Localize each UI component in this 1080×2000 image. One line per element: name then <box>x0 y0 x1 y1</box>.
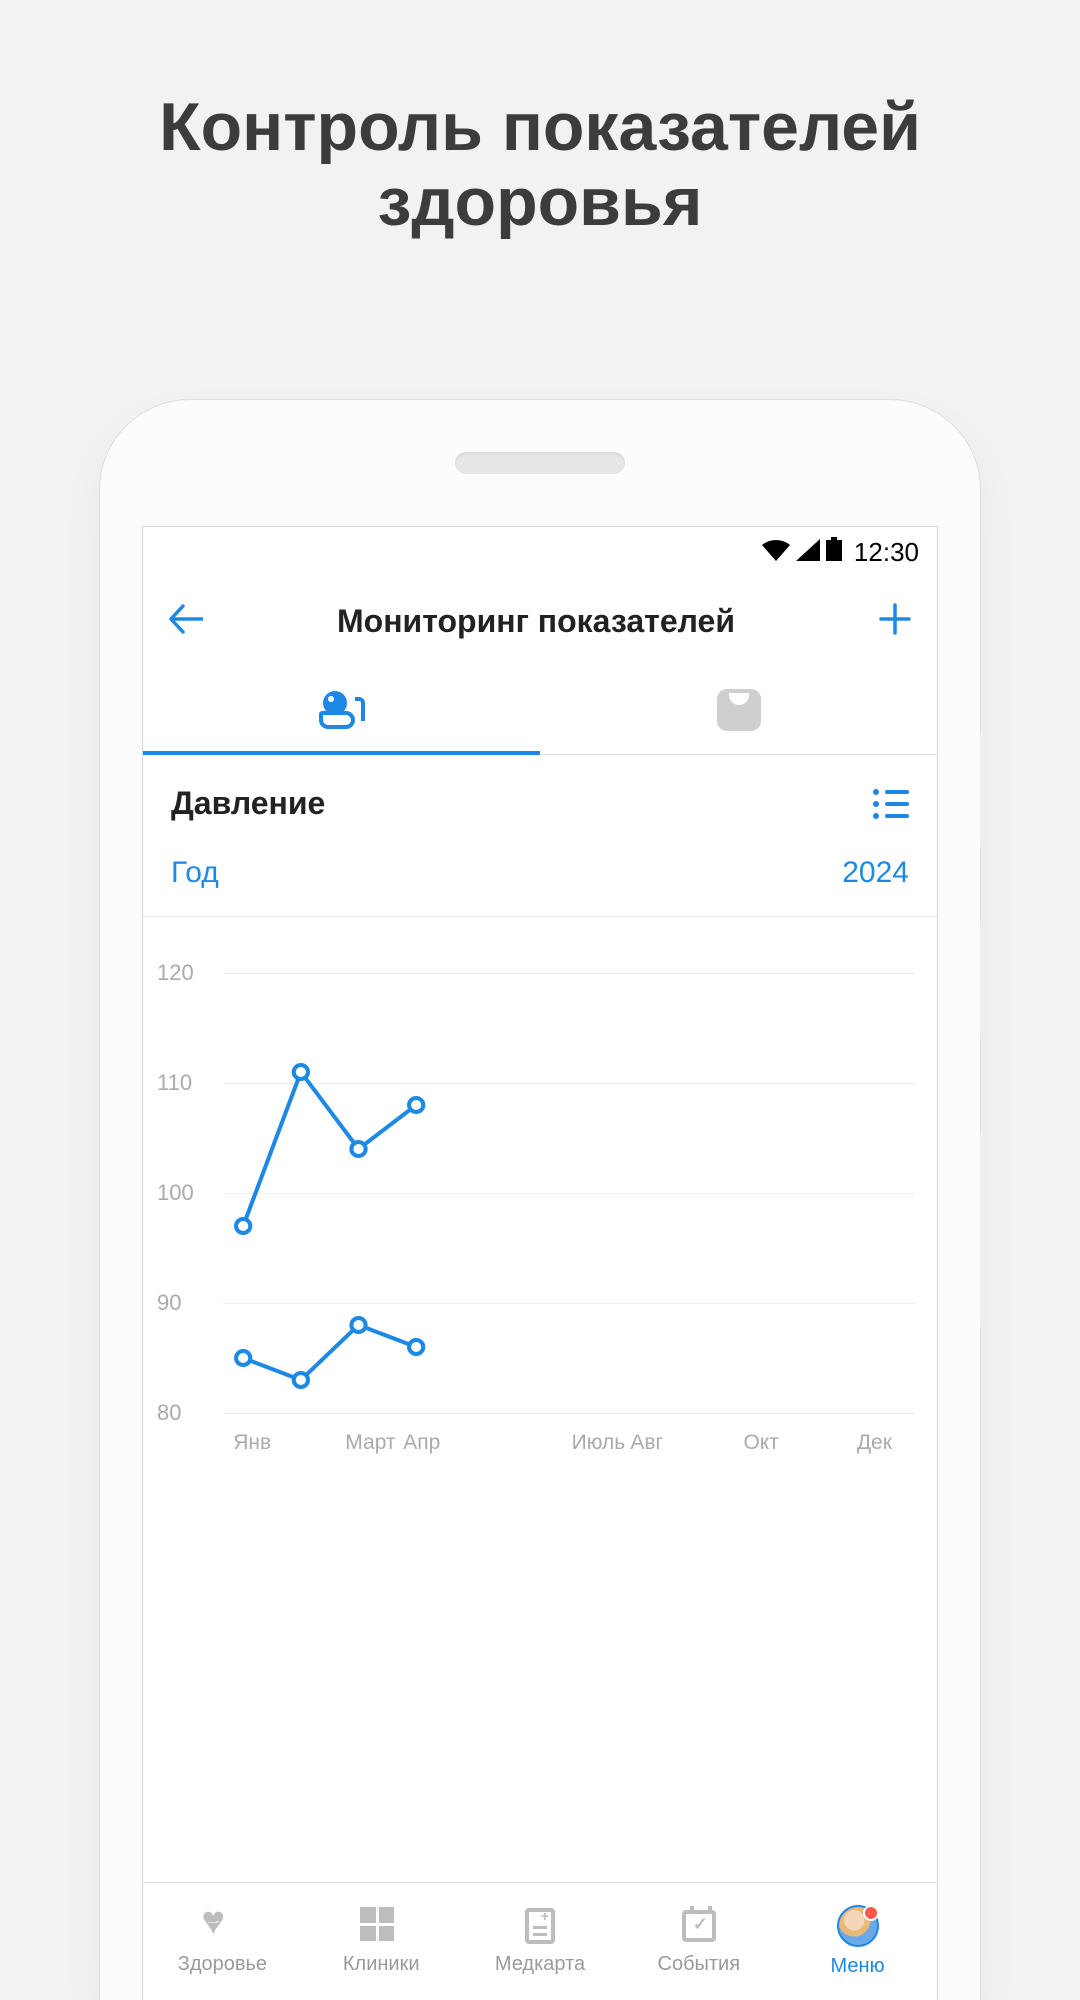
nav-health[interactable]: Здоровье <box>143 1883 302 2000</box>
chart-x-tick: Дек <box>857 1431 892 1455</box>
phone-speaker <box>455 452 625 474</box>
chart-x-tick: Окт <box>743 1431 778 1455</box>
app-screen: 12:30 Мониторинг показателей Давление <box>142 526 938 2000</box>
nav-label: Медкарта <box>495 1953 585 1976</box>
phone-side-button <box>980 1130 988 1330</box>
chart-container: 8090100110120 ЯнвМартАпрИюльАвгОктДек <box>143 917 937 1453</box>
status-bar: 12:30 <box>143 527 937 577</box>
phone-frame: 12:30 Мониторинг показателей Давление <box>100 400 980 2000</box>
nav-clinics[interactable]: Клиники <box>302 1883 461 2000</box>
appbar-title: Мониторинг показателей <box>193 603 879 640</box>
chart-x-tick: Авг <box>630 1431 663 1455</box>
chart-y-tick: 90 <box>157 1290 181 1316</box>
tab-pressure[interactable] <box>143 665 540 754</box>
calendar-icon <box>678 1907 720 1945</box>
chart-y-tick: 100 <box>157 1180 194 1206</box>
period-label: Год <box>171 856 219 890</box>
blood-pressure-icon <box>319 691 365 729</box>
chart-plot <box>223 973 915 1413</box>
building-icon <box>360 1907 402 1945</box>
heart-icon <box>201 1907 243 1945</box>
chart-x-tick: Янв <box>233 1431 271 1455</box>
add-button[interactable] <box>879 596 911 646</box>
app-bar: Мониторинг показателей <box>143 577 937 665</box>
medcard-icon <box>519 1907 561 1945</box>
promo-title: Контроль показателей здоровья <box>0 0 1080 240</box>
status-time: 12:30 <box>854 537 919 568</box>
tab-weight[interactable] <box>540 665 937 754</box>
avatar-icon <box>837 1905 879 1947</box>
chart-x-tick: Июль <box>572 1431 626 1455</box>
bottom-nav: Здоровье Клиники Медкарта События Меню <box>143 1882 937 2000</box>
nav-events[interactable]: События <box>619 1883 778 2000</box>
phone-side-button <box>980 920 988 1040</box>
nav-label: События <box>658 1953 741 1976</box>
nav-medcard[interactable]: Медкарта <box>461 1883 620 2000</box>
chart-x-tick: Апр <box>403 1431 440 1455</box>
phone-side-button <box>980 730 988 850</box>
signal-icon <box>796 537 820 568</box>
nav-label: Клиники <box>343 1953 420 1976</box>
chart-y-tick: 120 <box>157 960 194 986</box>
nav-label: Меню <box>831 1955 885 1978</box>
chart: 8090100110120 <box>157 973 915 1413</box>
chart-x-axis: ЯнвМартАпрИюльАвгОктДек <box>157 1413 915 1443</box>
wifi-icon <box>762 537 790 568</box>
scale-icon <box>717 689 761 731</box>
period-selector[interactable]: Год 2024 <box>143 844 937 917</box>
section-header: Давление <box>143 755 937 844</box>
period-value: 2024 <box>842 856 909 890</box>
nav-menu[interactable]: Меню <box>778 1883 937 2000</box>
nav-label: Здоровье <box>178 1953 267 1976</box>
chart-y-tick: 110 <box>157 1070 192 1096</box>
section-title: Давление <box>171 785 325 822</box>
battery-icon <box>826 537 842 568</box>
list-view-button[interactable] <box>873 789 909 819</box>
chart-x-tick: Март <box>345 1431 395 1455</box>
metric-tabs <box>143 665 937 755</box>
